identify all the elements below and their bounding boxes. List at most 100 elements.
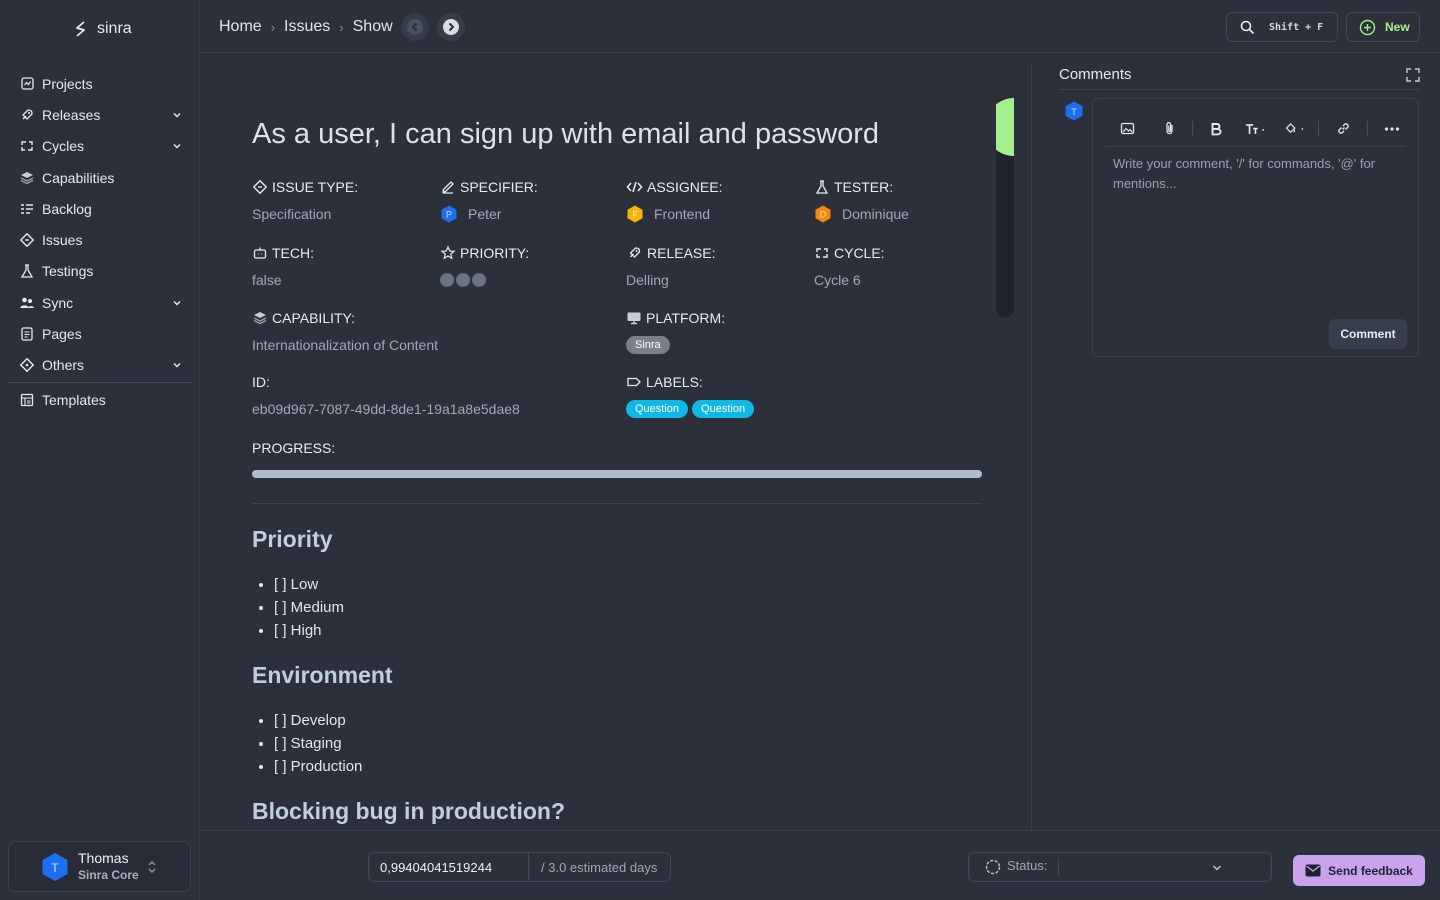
id-value: eb09d967-7087-49dd-8de1-19a1a8e5dae8 [252,401,520,417]
brand-logo[interactable]: sinra [72,20,132,38]
bold-button[interactable] [1206,119,1226,139]
capability-value[interactable]: Internationalization of Content [252,337,438,353]
sidebar-item-cycles[interactable]: Cycles [0,131,200,162]
field-label: PRIORITY: [460,245,530,261]
field-cycle: CYCLE: Cycle 6 [814,244,885,289]
chevron-down-icon[interactable] [172,298,182,308]
search-icon [1240,20,1255,34]
description-heading: Priority [252,526,333,552]
sidebar-item-label: Projects [42,75,93,92]
avatar: F [627,205,643,223]
priority-rating[interactable] [440,273,486,287]
breadcrumb-separator-icon: › [270,19,276,35]
document-icon [19,326,35,342]
more-horizontal-icon [1384,126,1400,131]
submit-comment-button[interactable]: Comment [1329,319,1407,349]
field-label: RELEASE: [647,245,716,261]
release-value[interactable]: Delling [626,272,669,288]
issue-description[interactable]: Priority [ ] Low [ ] Medium [ ] High Env… [252,524,992,830]
chevron-updown-icon[interactable] [147,859,157,875]
sidebar-item-issues[interactable]: Issues [0,224,200,255]
send-feedback-label: Send feedback [1328,863,1413,878]
chevron-down-icon[interactable] [172,110,182,120]
status-select[interactable]: Status: [968,852,1272,882]
toolbar-divider [1367,120,1368,137]
field-label: CAPABILITY: [272,310,355,326]
cycles-icon [816,248,828,258]
sidebar-item-templates[interactable]: Templates [0,384,200,415]
tester-value[interactable]: Dominique [842,206,909,222]
checklist: [ ] Develop [ ] Staging [ ] Production [274,709,992,778]
sidebar-item-others[interactable]: Others [0,350,200,381]
chevron-down-icon[interactable] [172,360,182,370]
rocket-icon [19,107,35,123]
description-heading: Blocking bug in production? [252,798,566,824]
attach-file-button[interactable] [1159,119,1179,139]
plus-circle-icon [1359,19,1376,35]
priority-dot[interactable] [440,273,454,287]
toolbar-divider [1192,120,1193,137]
label-tag[interactable]: Question [692,400,755,418]
next-issue-button[interactable] [436,13,465,41]
list-item: [ ] Medium [274,596,992,619]
field-priority: PRIORITY: [440,244,529,289]
breadcrumb-issues[interactable]: Issues [284,18,330,36]
sidebar-item-projects[interactable]: Projects [0,68,200,99]
cycle-value[interactable]: Cycle 6 [814,272,861,288]
priority-dot[interactable] [456,273,470,287]
image-icon [1120,122,1134,135]
text-size-icon [1245,123,1265,134]
bold-icon [1211,122,1222,135]
sidebar-item-releases[interactable]: Releases [0,99,200,130]
sidebar-item-pages[interactable]: Pages [0,318,200,349]
user-switcher[interactable]: T Thomas Sinra Core [8,841,191,892]
priority-dot[interactable] [472,273,486,287]
sidebar-item-label: Pages [42,326,82,343]
loading-circle-icon [985,859,1001,875]
label-tag[interactable]: Question [626,400,689,418]
field-id: ID: eb09d967-7087-49dd-8de1-19a1a8e5dae8 [252,373,520,418]
comment-input[interactable]: Write your comment, '/' for commands, '@… [1113,154,1403,194]
list-item: [ ] High [274,619,992,642]
editor-toolbar [1105,111,1405,147]
send-feedback-button[interactable]: Send feedback [1293,855,1425,886]
comment-editor[interactable]: Write your comment, '/' for commands, '@… [1092,98,1419,357]
time-spent-input[interactable]: 0,99404041519244 [369,853,529,881]
text-size-button[interactable] [1245,119,1265,139]
issue-type-value[interactable]: Specification [252,206,331,222]
breadcrumb-home[interactable]: Home [219,18,262,36]
more-options-button[interactable] [1382,119,1402,139]
search-button[interactable]: Shift + F [1226,12,1338,42]
breadcrumb: Home › Issues › Show [219,13,465,41]
field-issue-type: ISSUE TYPE: Specification [252,178,358,223]
monitor-icon [627,312,641,325]
previous-issue-button[interactable] [400,13,429,41]
panel-divider[interactable] [1031,62,1032,830]
sidebar-item-testings[interactable]: Testings [0,256,200,287]
insert-link-button[interactable] [1333,119,1353,139]
sidebar-item-sync[interactable]: Sync [0,287,200,318]
issue-detail: As a user, I can sign up with email and … [219,54,1031,830]
new-button[interactable]: New [1346,12,1420,42]
sidebar-item-label: Templates [42,391,106,408]
issue-title[interactable]: As a user, I can sign up with email and … [252,118,879,151]
sidebar-item-label: Backlog [42,200,92,217]
tech-value[interactable]: false [252,272,282,288]
assignee-value[interactable]: Frontend [654,206,710,222]
chevron-down-icon[interactable] [172,141,182,151]
tag-icon [627,377,641,387]
avatar-initial: F [632,210,638,220]
avatar-initial: T [1071,107,1077,117]
avatar: P [441,205,457,223]
breadcrumb-show: Show [352,18,393,35]
specifier-value[interactable]: Peter [468,206,501,222]
sidebar-item-backlog[interactable]: Backlog [0,193,200,224]
platform-tag[interactable]: Sinra [626,336,670,354]
expand-icon[interactable] [1406,68,1420,82]
star-icon [440,245,456,260]
diamond-icon [19,357,35,373]
highlight-color-button[interactable] [1284,119,1304,139]
breadcrumb-separator-icon: › [339,19,344,35]
insert-image-button[interactable] [1117,119,1137,139]
sidebar-item-capabilities[interactable]: Capabilities [0,162,200,193]
